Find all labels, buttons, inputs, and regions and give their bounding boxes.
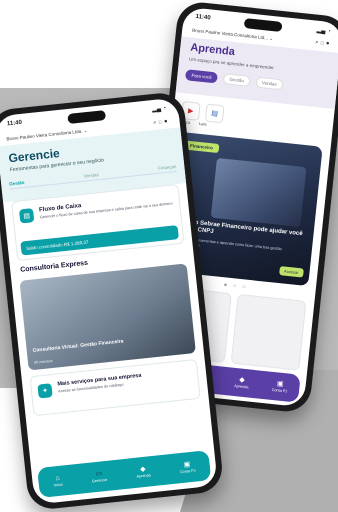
screen-gerencie: 11:40 ▂▄ ◔ Bruno Paulino Vieira Consulto… [0, 97, 218, 505]
chip-label-read: Leia [198, 120, 207, 127]
nav-aprenda[interactable]: ◆ Aprenda [234, 376, 250, 389]
status-icons: ▂▄ ◔ [316, 27, 332, 36]
category-tag: Financeiro [183, 140, 220, 154]
content-card[interactable] [230, 293, 307, 371]
nav-conta-pj[interactable]: ▣ Conta PJ [271, 380, 288, 394]
read-icon[interactable]: ▤ [204, 103, 225, 124]
bottom-nav: ⌂Início ▭Gerencie ◆Aprenda ▣Conta PJ [37, 450, 212, 498]
balance-bar[interactable]: Saldo consolidado R$ 1.289,37 [20, 225, 179, 256]
nav-label: Aprenda [233, 383, 249, 390]
section-title: Consultoria Express [19, 259, 89, 274]
nav-conta-pj[interactable]: ▣ Conta PJ [179, 461, 196, 475]
tab-vendas[interactable]: Vendas [84, 172, 99, 179]
consultancy-title: Consultoria Virtual: Gestão Financeira [32, 338, 124, 354]
header-icons: ⌕◻● [153, 118, 170, 127]
notch [243, 18, 283, 32]
nav-aprenda[interactable]: ◆ Aprenda [135, 465, 151, 479]
avatar[interactable]: ● [326, 41, 332, 48]
nav-label: Início [53, 482, 63, 488]
nav-inicio[interactable]: ⌂Início [53, 475, 63, 488]
article-image [210, 157, 307, 227]
nav-label: Aprenda [136, 473, 151, 479]
status-time: 11:40 [195, 13, 211, 22]
header-icons: ⌕◻● [315, 40, 332, 49]
cash-flow-icon: ▤ [18, 208, 35, 224]
tab-financas[interactable]: Finanças [158, 164, 177, 171]
consultancy-duration: 30 minutos [33, 358, 53, 365]
nav-gerencie[interactable]: ▭Gerencie [91, 470, 108, 484]
tab-gestao[interactable]: Gestão [9, 180, 25, 187]
consultancy-card[interactable]: Consultoria Virtual: Gestão Financeira 3… [19, 263, 196, 371]
notch [67, 110, 107, 124]
avatar[interactable]: ● [164, 118, 170, 125]
nav-label: Gerencie [91, 477, 108, 484]
access-button[interactable]: Acessar [278, 266, 304, 278]
status-time: 11:40 [6, 119, 23, 128]
status-icons: ▂▄ ◔ [151, 105, 167, 114]
nav-label: Conta PJ [179, 468, 196, 475]
nav-label: Conta PJ [271, 387, 288, 394]
services-icon: ✦ [37, 383, 53, 399]
